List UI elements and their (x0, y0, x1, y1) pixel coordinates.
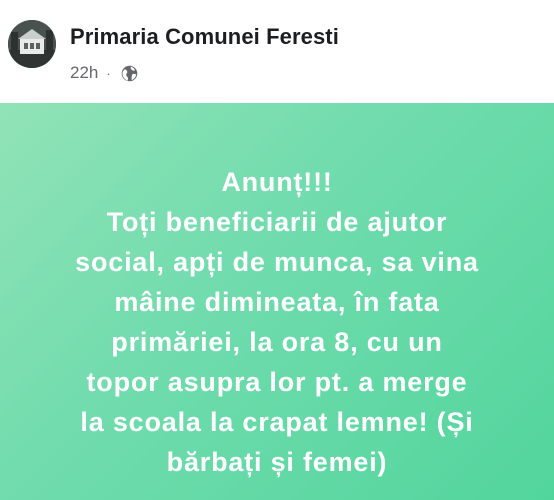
post-meta: 22h · (70, 62, 139, 84)
page-name-link[interactable]: Primaria Comunei Feresti (70, 24, 339, 50)
post-text-line: Toți beneficiarii de ajutor (106, 207, 448, 237)
post-text-line: social, apți de munca, sa vina (75, 247, 479, 277)
post-timestamp[interactable]: 22h (70, 63, 98, 83)
post-header: Primaria Comunei Feresti 22h · (0, 0, 554, 103)
post-text-line: bărbați și femei) (166, 447, 388, 477)
post-text-line: topor asupra lor pt. a merge (86, 367, 468, 397)
meta-separator: · (106, 65, 111, 81)
post-text: Anunț!!! Toți beneficiarii de ajutor soc… (0, 162, 554, 482)
post-text-line: mâine dimineata, în fata (114, 287, 440, 317)
post-text-line: Anunț!!! (221, 167, 333, 197)
post-text-line: la scoala la crapat lemne! (Și (80, 407, 474, 437)
post-text-line: primăriei, la ora 8, cu un (111, 327, 443, 357)
page-avatar[interactable] (8, 20, 56, 68)
globe-icon (120, 64, 139, 83)
